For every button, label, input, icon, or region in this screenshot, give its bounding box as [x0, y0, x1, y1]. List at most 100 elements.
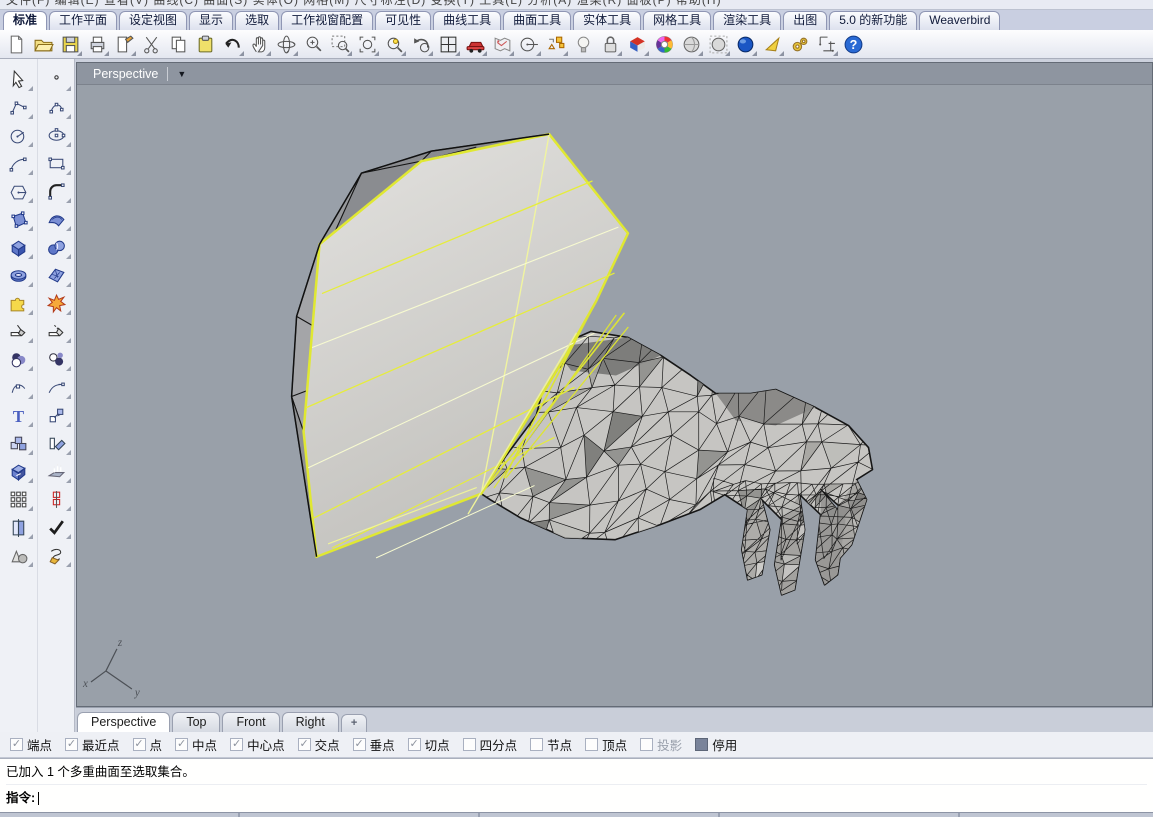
viewport-title-bar[interactable]: Perspective ▼ — [77, 63, 1152, 85]
checkbox-切点[interactable]: ✓ — [408, 738, 421, 751]
checkbox-最近点[interactable]: ✓ — [65, 738, 78, 751]
surface-points-icon[interactable] — [2, 205, 35, 233]
lamp-icon[interactable] — [571, 32, 596, 57]
cut-icon[interactable] — [139, 32, 164, 57]
ribbon-tab-工作视窗配置[interactable]: 工作视窗配置 — [281, 11, 373, 30]
torus-icon[interactable] — [2, 261, 35, 289]
ribbon-tab-网格工具[interactable]: 网格工具 — [643, 11, 711, 30]
view-tab-front[interactable]: Front — [222, 712, 279, 732]
offset-surface-icon[interactable] — [2, 457, 35, 485]
ribbon-tab-曲线工具[interactable]: 曲线工具 — [433, 11, 501, 30]
new-document-icon[interactable] — [4, 32, 29, 57]
ribbon-tab-曲面工具[interactable]: 曲面工具 — [503, 11, 571, 30]
zoom-dynamic-icon[interactable] — [301, 32, 326, 57]
osnap-节点[interactable]: 节点 — [530, 735, 572, 754]
checkbox-中点[interactable]: ✓ — [175, 738, 188, 751]
view-tab-perspective[interactable]: Perspective — [77, 712, 170, 732]
fillet-curve-icon[interactable] — [40, 177, 73, 205]
clipping-section-icon[interactable] — [40, 485, 73, 513]
dimension-icon[interactable] — [814, 32, 839, 57]
curved-surface-icon[interactable] — [40, 205, 73, 233]
ellipse-icon[interactable] — [40, 121, 73, 149]
copy-objects-icon[interactable] — [2, 429, 35, 457]
osnap-投影[interactable]: 投影 — [640, 735, 682, 754]
osnap-中点[interactable]: ✓中点 — [175, 735, 217, 754]
plugin-puzzle-icon[interactable] — [2, 289, 35, 317]
ribbon-tab-Weaverbird[interactable]: Weaverbird — [919, 11, 1000, 30]
viewport-menu-arrow-icon[interactable]: ▼ — [177, 69, 186, 79]
checkbox-中心点[interactable]: ✓ — [230, 738, 243, 751]
polygon-icon[interactable] — [2, 177, 35, 205]
save-icon[interactable] — [58, 32, 83, 57]
osnap-点[interactable]: ✓点 — [133, 735, 163, 754]
checkbox-投影[interactable] — [640, 738, 653, 751]
viewport-canvas[interactable]: z x y — [77, 85, 1152, 706]
sphere-pair-icon[interactable] — [40, 233, 73, 261]
view-tab-top[interactable]: Top — [172, 712, 220, 732]
render-flag-icon[interactable] — [625, 32, 650, 57]
osnap-端点[interactable]: ✓端点 — [10, 735, 52, 754]
osnap-停用[interactable]: 停用 — [695, 735, 737, 754]
ribbon-tab-出图[interactable]: 出图 — [783, 11, 827, 30]
checkbox-点[interactable]: ✓ — [133, 738, 146, 751]
radius-circle-icon[interactable] — [517, 32, 542, 57]
undo-icon[interactable] — [220, 32, 245, 57]
checkbox-交点[interactable]: ✓ — [298, 738, 311, 751]
rendered-sphere-icon[interactable] — [733, 32, 758, 57]
trim-alt-icon[interactable] — [40, 317, 73, 345]
print-icon[interactable] — [85, 32, 110, 57]
check-mark-icon[interactable] — [40, 513, 73, 541]
framed-sphere-icon[interactable] — [706, 32, 731, 57]
trim-icon[interactable] — [2, 317, 35, 345]
ribbon-tab-选取[interactable]: 选取 — [235, 11, 279, 30]
box-icon[interactable] — [2, 233, 35, 261]
point-edit-curve-icon[interactable] — [2, 373, 35, 401]
zoom-window-icon[interactable] — [328, 32, 353, 57]
open-file-icon[interactable] — [31, 32, 56, 57]
ribbon-tab-5.0 的新功能[interactable]: 5.0 的新功能 — [829, 11, 917, 30]
select-arrow-icon[interactable] — [2, 65, 35, 93]
split-book-icon[interactable] — [2, 513, 35, 541]
drape-surface-icon[interactable] — [40, 261, 73, 289]
checkbox-节点[interactable] — [530, 738, 543, 751]
osnap-中心点[interactable]: ✓中心点 — [230, 735, 285, 754]
checkbox-端点[interactable]: ✓ — [10, 738, 23, 751]
ribbon-tab-工作平面[interactable]: 工作平面 — [49, 11, 117, 30]
copy-icon[interactable] — [166, 32, 191, 57]
interpolate-curve-icon[interactable] — [40, 93, 73, 121]
ribbon-tab-设定视图[interactable]: 设定视图 — [119, 11, 187, 30]
surface-lights-icon[interactable] — [40, 457, 73, 485]
options-gears-icon[interactable] — [787, 32, 812, 57]
checkbox-四分点[interactable] — [463, 738, 476, 751]
text-icon[interactable]: T — [2, 401, 35, 429]
help-icon[interactable]: ? — [841, 32, 866, 57]
color-wheel-icon[interactable] — [652, 32, 677, 57]
arc-icon[interactable] — [2, 149, 35, 177]
circle-icon[interactable] — [2, 121, 35, 149]
checkbox-顶点[interactable] — [585, 738, 598, 751]
ribbon-tab-标准[interactable]: 标准 — [3, 11, 47, 30]
rotate-view-icon[interactable] — [274, 32, 299, 57]
osnap-四分点[interactable]: 四分点 — [463, 735, 518, 754]
undo-view-icon[interactable] — [409, 32, 434, 57]
group-objects-icon[interactable] — [544, 32, 569, 57]
checkbox-垂点[interactable]: ✓ — [353, 738, 366, 751]
export-annotate-icon[interactable] — [112, 32, 137, 57]
osnap-切点[interactable]: ✓切点 — [408, 735, 450, 754]
osnap-交点[interactable]: ✓交点 — [298, 735, 340, 754]
cplane-map-icon[interactable] — [490, 32, 515, 57]
extract-primitive-icon[interactable] — [2, 541, 35, 569]
ribbon-tab-实体工具[interactable]: 实体工具 — [573, 11, 641, 30]
add-view-tab-plus-icon[interactable]: + — [341, 714, 367, 732]
lasso-select-icon[interactable] — [40, 541, 73, 569]
osnap-最近点[interactable]: ✓最近点 — [65, 735, 120, 754]
paste-icon[interactable] — [193, 32, 218, 57]
single-point-icon[interactable] — [40, 65, 73, 93]
ribbon-tab-渲染工具[interactable]: 渲染工具 — [713, 11, 781, 30]
lock-icon[interactable] — [598, 32, 623, 57]
boolean-union-icon[interactable] — [2, 345, 35, 373]
boolean-difference-icon[interactable] — [40, 345, 73, 373]
array-grid-icon[interactable] — [2, 485, 35, 513]
ribbon-tab-显示[interactable]: 显示 — [189, 11, 233, 30]
osnap-顶点[interactable]: 顶点 — [585, 735, 627, 754]
